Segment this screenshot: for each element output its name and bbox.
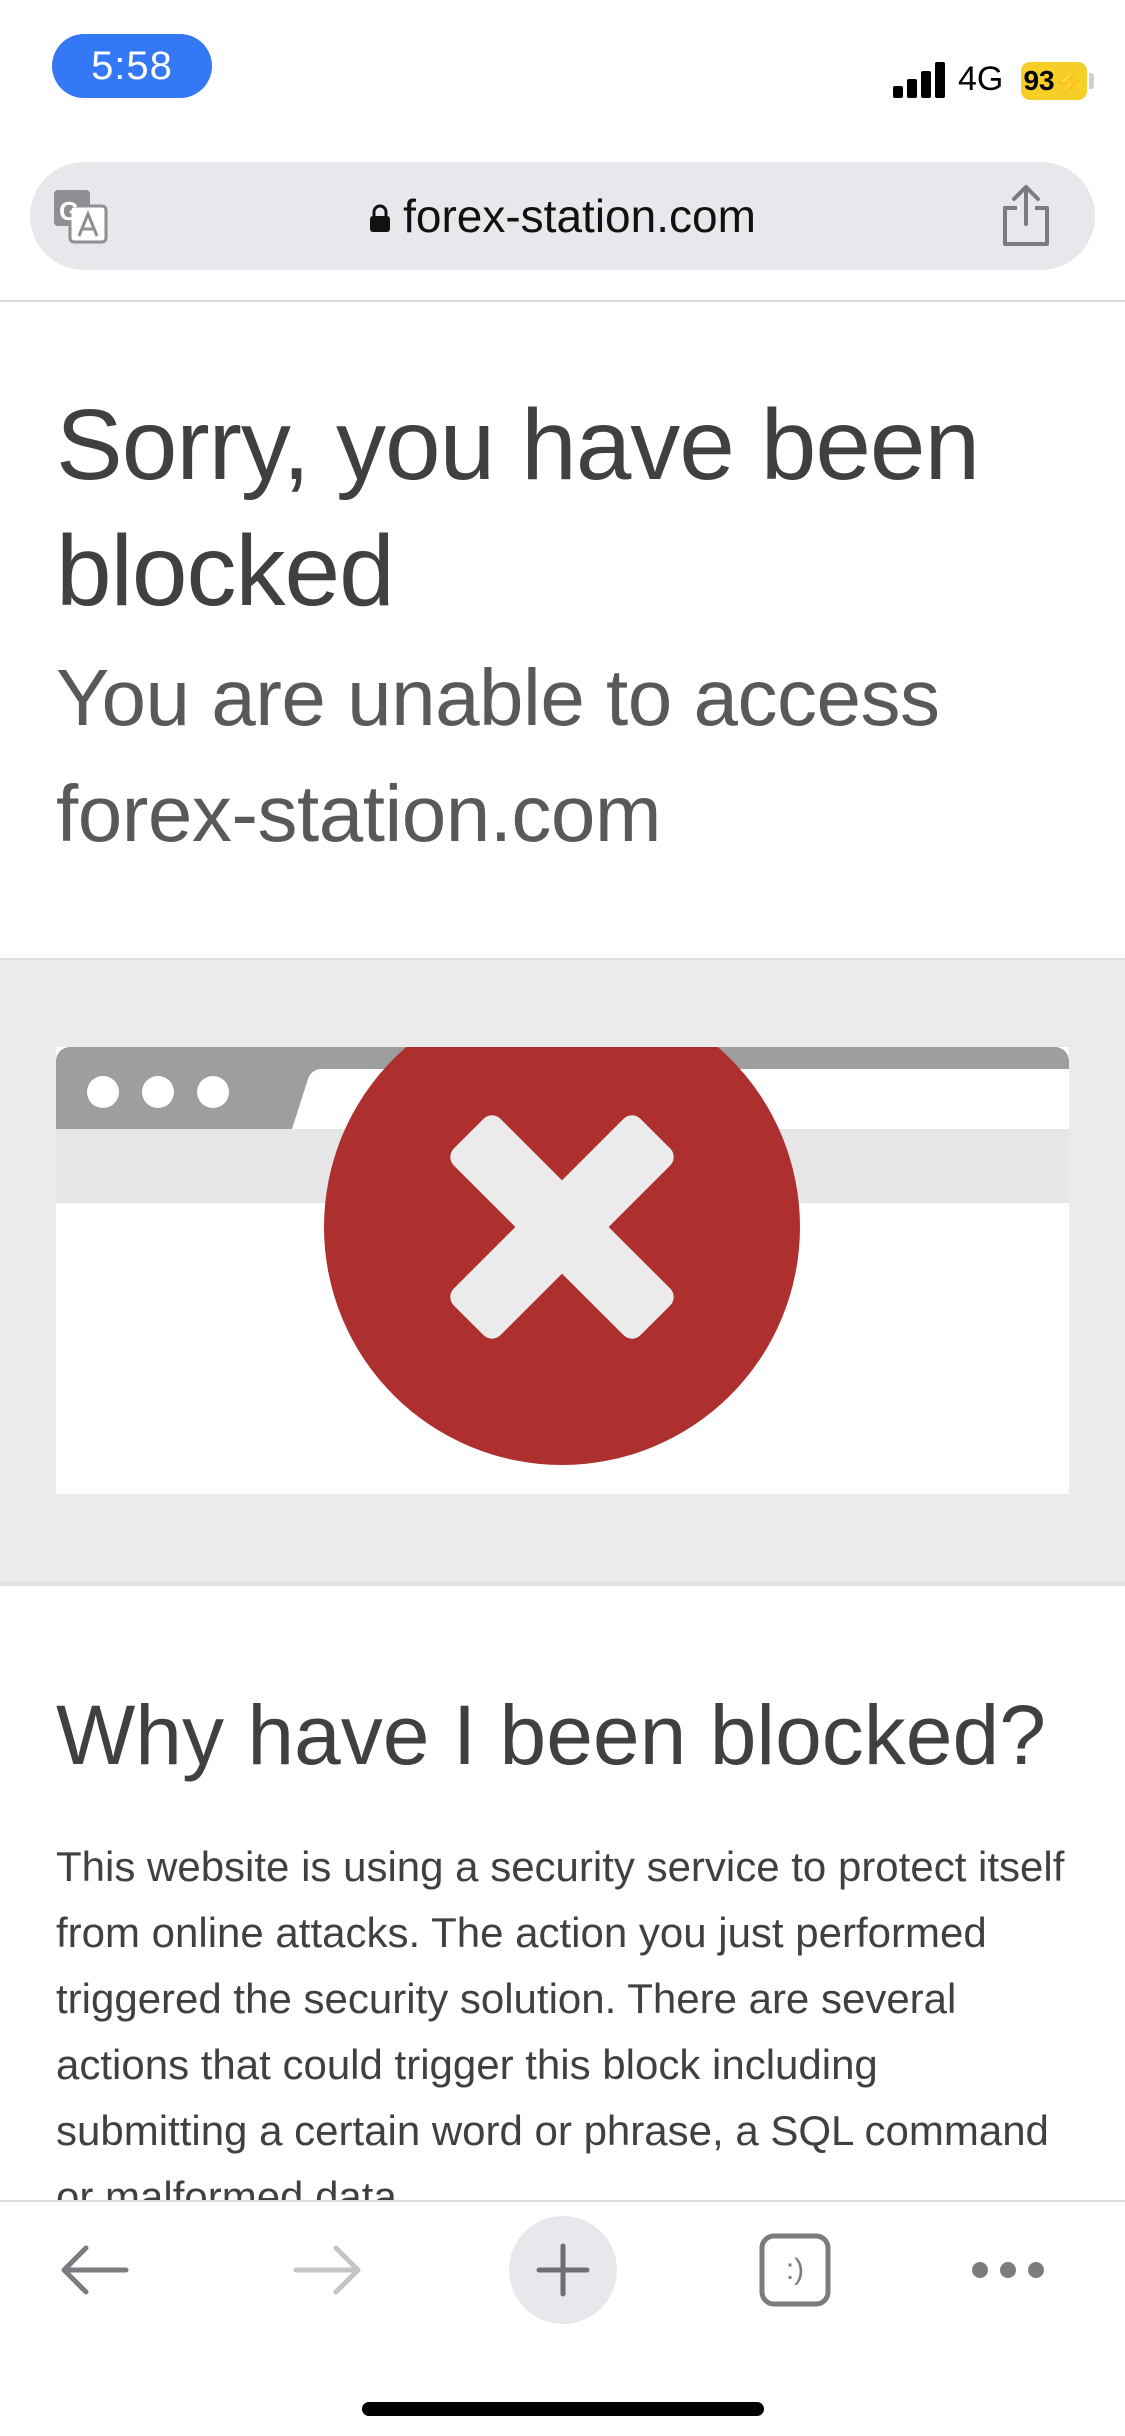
section-body: This website is using a security service… bbox=[56, 1843, 1065, 2204]
forward-button[interactable] bbox=[290, 2232, 366, 2308]
address-bar[interactable]: forex-station.com G bbox=[30, 162, 1095, 270]
forward-arrow-icon bbox=[293, 2245, 361, 2295]
window-dot-icon bbox=[197, 1076, 229, 1108]
translate-icon[interactable]: G bbox=[52, 188, 108, 244]
network-type: 4G bbox=[958, 60, 1004, 98]
section-heading: Why have I been blocked? bbox=[56, 1688, 1046, 1782]
header-divider bbox=[0, 300, 1125, 302]
tabs-button[interactable]: :) bbox=[758, 2232, 832, 2308]
cellular-signal-icon bbox=[893, 62, 945, 98]
more-button[interactable] bbox=[968, 2250, 1048, 2290]
back-arrow-icon bbox=[61, 2245, 129, 2295]
status-time: 5:58 bbox=[52, 34, 212, 98]
new-tab-button[interactable] bbox=[509, 2216, 617, 2324]
back-button[interactable] bbox=[56, 2232, 132, 2308]
window-dot-icon bbox=[142, 1076, 174, 1108]
more-icon bbox=[972, 2262, 1044, 2278]
battery-nub bbox=[1089, 73, 1094, 89]
window-dot-icon bbox=[87, 1076, 119, 1108]
blocked-browser-illustration bbox=[56, 1047, 1069, 1494]
page-subtitle: You are unable to access forex-station.c… bbox=[56, 653, 940, 858]
url-display[interactable]: forex-station.com bbox=[30, 162, 1095, 270]
tab-count: :) bbox=[785, 2253, 805, 2286]
battery-level: 93 bbox=[1023, 65, 1055, 96]
url-text: forex-station.com bbox=[403, 190, 756, 242]
status-bar: 5:58 4G 93⚡ bbox=[0, 0, 1125, 150]
battery-icon: 93⚡ bbox=[1021, 62, 1087, 100]
share-icon[interactable] bbox=[997, 184, 1055, 248]
svg-text:G: G bbox=[59, 196, 79, 226]
plus-icon bbox=[536, 2243, 590, 2297]
charging-bolt-icon: ⚡ bbox=[1054, 69, 1085, 96]
lock-icon bbox=[370, 204, 391, 232]
page-title: Sorry, you have been blocked bbox=[56, 389, 980, 627]
home-indicator bbox=[362, 2402, 764, 2416]
